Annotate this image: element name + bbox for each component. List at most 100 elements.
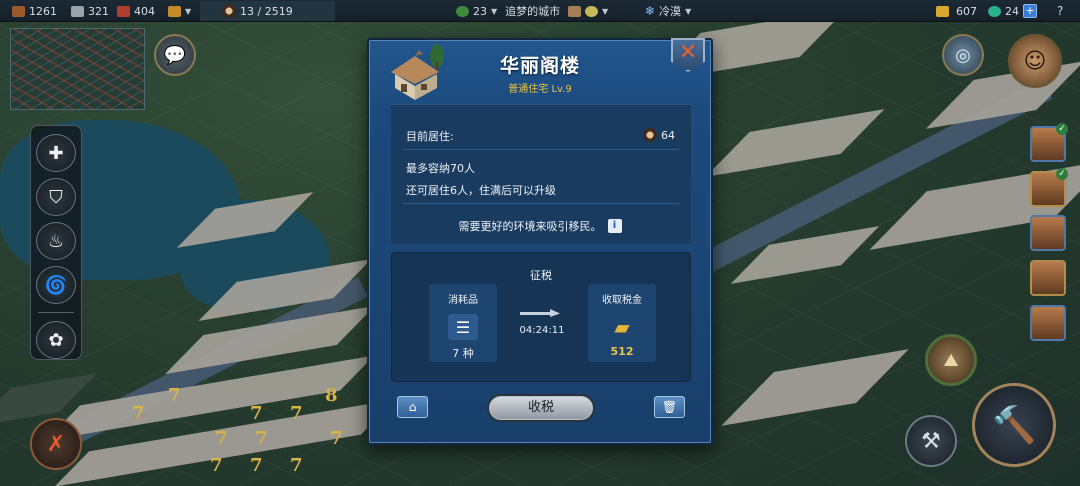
decoration-button[interactable]: ✿: [36, 321, 76, 360]
culture-menu[interactable]: ▼: [568, 3, 608, 19]
map-icon: ⛰: [943, 349, 959, 371]
wood-count: 1261: [29, 4, 57, 18]
leader-avatar[interactable]: ☺: [1008, 34, 1062, 88]
stone-resource[interactable]: 321: [71, 3, 109, 19]
world-map-button[interactable]: ◎: [942, 34, 984, 76]
map-number: 7: [255, 428, 268, 449]
map-number: 7: [330, 428, 343, 449]
collect-tax-button[interactable]: 收税: [487, 394, 595, 422]
tax-timer: 04:24:11: [519, 325, 565, 336]
storage-menu[interactable]: ▼: [168, 3, 191, 19]
environment-note: 需要更好的环境来吸引移民。 i: [369, 218, 711, 234]
person-icon: [222, 4, 236, 18]
fire-tool-button[interactable]: ♨: [36, 222, 76, 261]
build-button[interactable]: ✚: [36, 134, 76, 173]
home-icon: ⌂: [408, 400, 417, 414]
chevron-down-icon: ▼: [185, 6, 192, 16]
dialog-header: 华丽阁楼 普通住宅 Lv.9 ✕: [369, 38, 711, 104]
current-residents-value: 64: [661, 128, 675, 142]
divider: [403, 203, 679, 204]
laurel-icon: [456, 5, 469, 17]
coin-icon: [585, 5, 598, 17]
divider: [38, 312, 74, 314]
gem-count: 24: [1005, 4, 1019, 18]
hero-portrait-2[interactable]: ✓: [1030, 168, 1068, 207]
gold-resource[interactable]: 607: [936, 3, 977, 19]
check-icon: ✓: [1056, 168, 1068, 180]
speech-bubble-icon: 💬: [163, 44, 187, 66]
tulip-icon: ✿: [48, 329, 64, 351]
gem-icon: [988, 5, 1001, 17]
population-count: 13 / 2519: [240, 4, 293, 18]
shield-icon: ⛉: [49, 186, 63, 208]
chevron-down-icon: ▼: [602, 6, 609, 16]
population-display[interactable]: 13 / 2519: [200, 1, 335, 21]
city-level: 23: [473, 4, 487, 18]
empty-plot[interactable]: [705, 109, 885, 177]
current-residents: 64: [643, 128, 675, 142]
upgrade-hint: 还可居住6人，住满后可以升级: [406, 184, 556, 197]
tornado-icon: 🌀: [44, 274, 68, 296]
mood-selector[interactable]: ❄ 冷漠 ▼: [645, 3, 691, 19]
tax-title: 征税: [530, 269, 552, 282]
consumables-count: 7 种: [452, 347, 474, 360]
chat-button[interactable]: 💬: [154, 34, 196, 76]
help-button[interactable]: ?: [1057, 3, 1063, 19]
city-selector[interactable]: 23 ▼ 追梦的城市: [456, 3, 560, 19]
max-capacity: 最多容纳70人: [406, 162, 475, 175]
divider: [403, 149, 679, 150]
chevron-down-icon: ▼: [685, 6, 692, 16]
check-icon: ✓: [1056, 123, 1068, 135]
defense-button[interactable]: ⛉: [36, 178, 76, 217]
globe-icon: ◎: [955, 44, 971, 66]
map-number: 7: [290, 455, 303, 476]
demolish-mode-button[interactable]: ✗: [30, 418, 82, 470]
gem-resource[interactable]: 24 +: [988, 3, 1037, 19]
wood-icon: [12, 5, 25, 17]
minimap[interactable]: [10, 28, 145, 110]
wood-resource[interactable]: 1261: [12, 3, 57, 19]
map-number: 8: [325, 385, 338, 406]
environment-note-text: 需要更好的环境来吸引移民。: [458, 220, 602, 233]
tax-income-box[interactable]: 收取税金 ▰ 512: [588, 284, 656, 362]
stone-icon: [71, 5, 84, 17]
consumables-label: 消耗品: [448, 295, 478, 306]
hero-portrait-4[interactable]: [1030, 260, 1066, 296]
map-number: 7: [250, 403, 263, 424]
gold-bars-icon: ▰: [614, 315, 630, 339]
hero-portrait-3[interactable]: [1030, 215, 1066, 251]
resource-bar: 1261 321 404 ▼ 13 / 2519 23 ▼ 追梦的城市 ▼ ❄ …: [0, 0, 1080, 22]
empty-plot[interactable]: [721, 349, 909, 426]
shovel-icon: ⚒: [921, 428, 941, 454]
map-number: 7: [290, 403, 303, 424]
mood-label: 冷漠: [659, 5, 682, 18]
dialog-actions: ⌂ 收税 🗑: [369, 392, 711, 422]
tax-income-value: 512: [610, 345, 634, 358]
chevron-down-icon: ▼: [491, 6, 498, 16]
consumables-box[interactable]: 消耗品 ☰ 7 种: [429, 284, 497, 362]
brick-resource[interactable]: 404: [117, 3, 155, 19]
disaster-button[interactable]: 🌀: [36, 266, 76, 305]
person-icon: [643, 128, 657, 142]
building-dialog: 华丽阁楼 普通住宅 Lv.9 ✕ 目前居住: 64 最多容纳70人 还可居住6人…: [367, 38, 713, 445]
brick-icon: [117, 5, 130, 17]
feather-icon: [568, 5, 581, 17]
hero-portrait-1[interactable]: ✓: [1030, 123, 1068, 162]
demolish-button[interactable]: 🗑: [654, 396, 685, 418]
close-icon: ✕: [678, 40, 698, 65]
brick-count: 404: [134, 4, 155, 18]
move-building-button[interactable]: ⌂: [397, 396, 428, 418]
info-icon[interactable]: i: [607, 219, 622, 233]
terrain-button[interactable]: ⛰: [925, 334, 977, 386]
hero-portrait-5[interactable]: [1030, 305, 1066, 341]
list-icon: ☰: [448, 314, 478, 340]
tax-panel: 征税 消耗品 ☰ 7 种 04:24:11 收取税金 ▰ 512: [391, 252, 691, 382]
building-type-level: 普通住宅 Lv.9: [508, 84, 572, 95]
add-gems-button[interactable]: +: [1023, 4, 1037, 18]
construct-button[interactable]: 🔨: [972, 383, 1056, 467]
shovel-button[interactable]: ⚒: [905, 415, 957, 467]
arrow-right-icon: [520, 309, 560, 317]
map-number: 7: [210, 455, 223, 476]
leader-portrait-icon: ☺: [1023, 48, 1047, 74]
dialog-title: 华丽阁楼: [499, 55, 580, 77]
